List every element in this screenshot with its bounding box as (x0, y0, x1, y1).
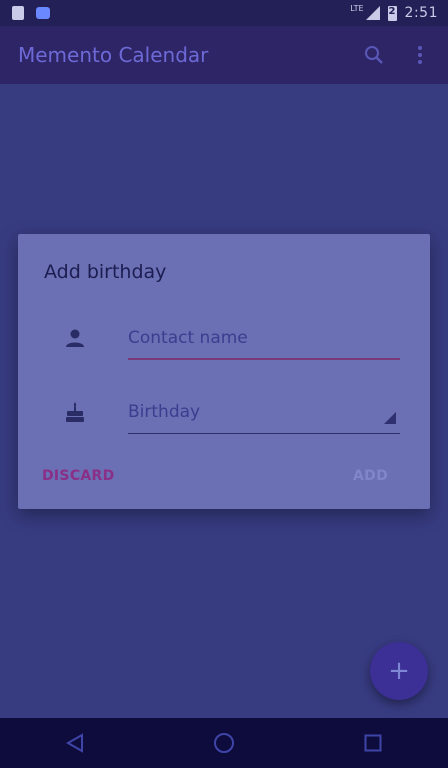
add-birthday-dialog: Add birthday Contact name Birthday DISCA… (18, 234, 430, 509)
discard-button[interactable]: DISCARD (42, 468, 115, 484)
search-icon[interactable] (362, 43, 386, 67)
dialog-title: Add birthday (44, 261, 167, 283)
app-title: Memento Calendar (18, 43, 209, 67)
person-icon (64, 327, 88, 351)
contact-name-field[interactable]: Contact name (128, 328, 400, 362)
birthday-value: Birthday (128, 402, 201, 422)
add-button[interactable]: ADD (353, 468, 388, 484)
add-fab-button[interactable]: + (370, 642, 428, 700)
recents-icon[interactable] (361, 731, 385, 755)
battery-level: 2 (388, 5, 396, 17)
contact-name-placeholder: Contact name (128, 328, 248, 348)
contact-name-underline (128, 358, 400, 360)
sd-card-icon (12, 6, 24, 20)
birthday-dropdown[interactable]: Birthday (128, 402, 400, 436)
add-icon: + (388, 656, 410, 686)
network-type: LTE (350, 3, 364, 13)
battery-icon: 2 (387, 5, 397, 21)
android-debug-icon (36, 7, 50, 19)
status-time: 2:51 (404, 5, 438, 21)
dropdown-arrow-icon (384, 412, 396, 424)
signal-icon (365, 6, 380, 20)
screen: LTE 2 2:51 Memento Calendar Add birthday… (0, 0, 448, 768)
back-icon[interactable] (63, 731, 87, 755)
app-bar: Memento Calendar (0, 26, 448, 84)
status-bar: LTE 2 2:51 (0, 0, 448, 26)
more-vert-icon[interactable] (408, 43, 432, 67)
navigation-bar (0, 718, 448, 768)
birthday-underline (128, 433, 400, 434)
cake-icon (64, 400, 88, 424)
home-icon[interactable] (212, 731, 236, 755)
